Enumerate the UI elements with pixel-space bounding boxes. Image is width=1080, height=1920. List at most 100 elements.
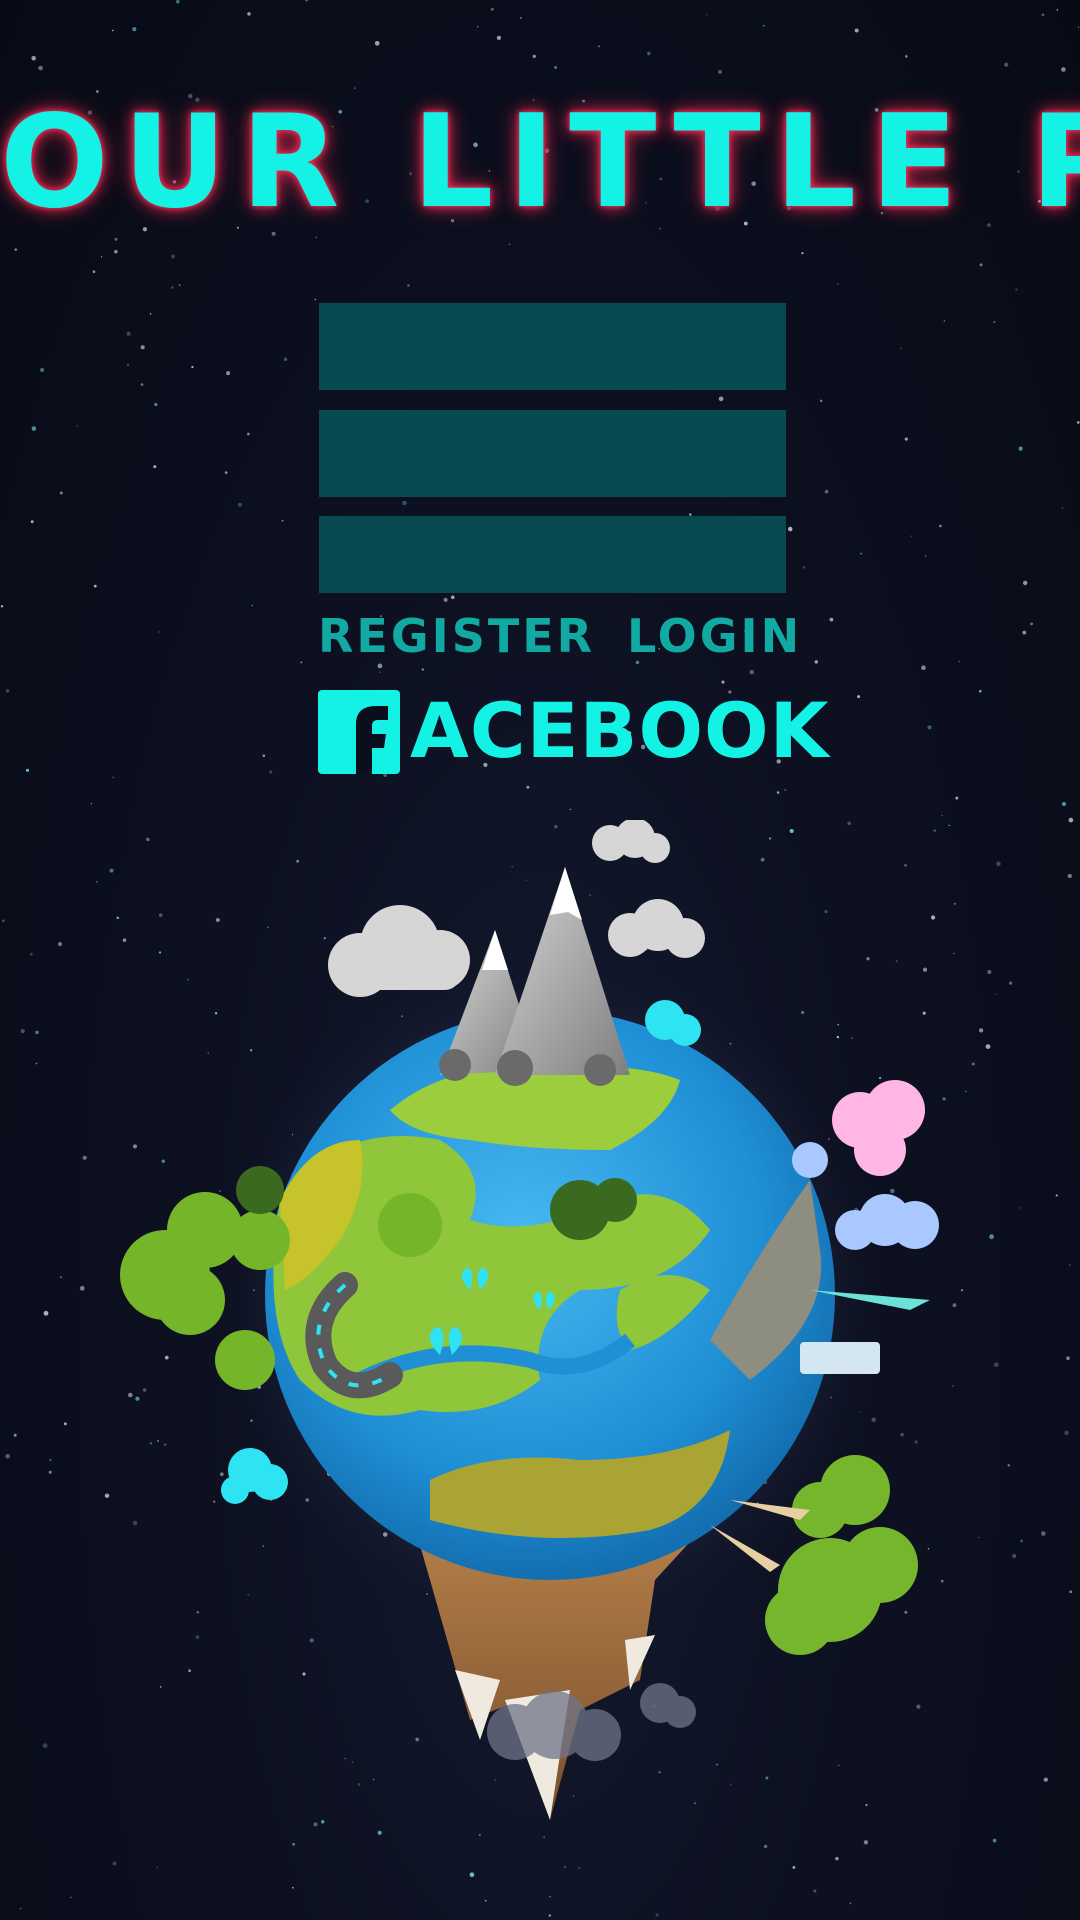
password-field[interactable]	[319, 516, 786, 593]
star	[549, 1896, 551, 1898]
star	[49, 1458, 52, 1462]
game-screen: OUR LITTLE PLANET REGISTER LOGIN ACEBOOK	[0, 0, 1080, 1920]
register-button[interactable]: REGISTER	[318, 610, 595, 662]
star	[763, 1844, 768, 1849]
star	[508, 243, 511, 245]
star	[92, 270, 96, 273]
star	[996, 861, 1001, 866]
star	[5, 1454, 10, 1459]
star	[469, 1872, 475, 1878]
star	[114, 237, 118, 241]
star	[407, 284, 410, 287]
star	[1015, 288, 1018, 291]
star	[421, 668, 424, 671]
username-field[interactable]	[319, 303, 786, 390]
star	[578, 1867, 581, 1869]
facebook-f-icon	[318, 690, 400, 774]
star	[706, 14, 708, 16]
star	[1041, 1531, 1046, 1536]
star	[19, 1907, 22, 1910]
star	[910, 535, 913, 537]
star	[1069, 1590, 1073, 1594]
star	[247, 12, 251, 16]
star	[971, 1062, 975, 1066]
star	[1030, 622, 1033, 626]
star	[132, 27, 137, 32]
star	[1041, 13, 1045, 17]
star	[1022, 630, 1027, 635]
facebook-label: ACEBOOK	[410, 686, 830, 775]
star	[992, 1838, 997, 1843]
star	[597, 45, 601, 48]
star	[262, 754, 266, 758]
star	[1056, 9, 1059, 11]
star	[82, 1155, 87, 1160]
star	[1061, 507, 1064, 509]
star	[1066, 1356, 1070, 1361]
star	[647, 51, 651, 56]
email-field[interactable]	[319, 410, 786, 497]
star	[548, 1914, 551, 1917]
star	[79, 1285, 85, 1291]
star	[569, 808, 572, 811]
star	[153, 465, 157, 469]
star	[96, 880, 98, 883]
star	[1061, 67, 1066, 72]
star	[112, 776, 115, 779]
star	[979, 263, 983, 267]
star	[921, 665, 926, 671]
star	[490, 7, 494, 11]
star	[59, 491, 63, 495]
login-button[interactable]: LOGIN	[627, 610, 802, 662]
game-title: OUR LITTLE PLANET	[0, 88, 1080, 237]
star	[43, 1310, 49, 1316]
star	[451, 595, 455, 600]
star	[721, 680, 725, 684]
star	[563, 1865, 567, 1869]
star	[1007, 1463, 1011, 1467]
star	[1068, 817, 1074, 823]
star	[863, 1840, 869, 1845]
star	[251, 604, 254, 607]
star	[941, 814, 943, 817]
star	[140, 383, 144, 386]
planet-illustration	[120, 820, 939, 1820]
star	[519, 17, 522, 19]
star	[226, 371, 231, 376]
star	[93, 584, 97, 588]
star	[924, 555, 927, 557]
star	[899, 347, 902, 350]
star	[1076, 421, 1080, 424]
star	[718, 70, 722, 74]
star	[0, 605, 4, 608]
star	[281, 519, 284, 522]
facebook-login-button[interactable]: ACEBOOK	[318, 686, 830, 775]
star	[238, 502, 242, 507]
star	[149, 312, 152, 315]
star	[978, 1536, 980, 1539]
star	[849, 1902, 852, 1905]
star	[1020, 1207, 1022, 1209]
star	[814, 660, 819, 664]
star	[1020, 1539, 1024, 1543]
star	[978, 1028, 984, 1033]
star	[76, 425, 78, 427]
star	[792, 1865, 796, 1869]
star	[402, 500, 407, 506]
star	[291, 1886, 294, 1889]
star	[836, 283, 839, 285]
star	[824, 489, 829, 494]
star	[995, 993, 997, 995]
star	[835, 1856, 839, 1861]
star	[979, 689, 982, 693]
star	[2, 919, 5, 922]
star	[283, 357, 288, 361]
star	[60, 1276, 62, 1279]
star	[40, 367, 45, 373]
star	[905, 55, 908, 58]
star	[176, 0, 180, 4]
star	[35, 1030, 39, 1035]
star	[90, 802, 92, 805]
star	[170, 254, 176, 259]
star	[939, 524, 942, 528]
